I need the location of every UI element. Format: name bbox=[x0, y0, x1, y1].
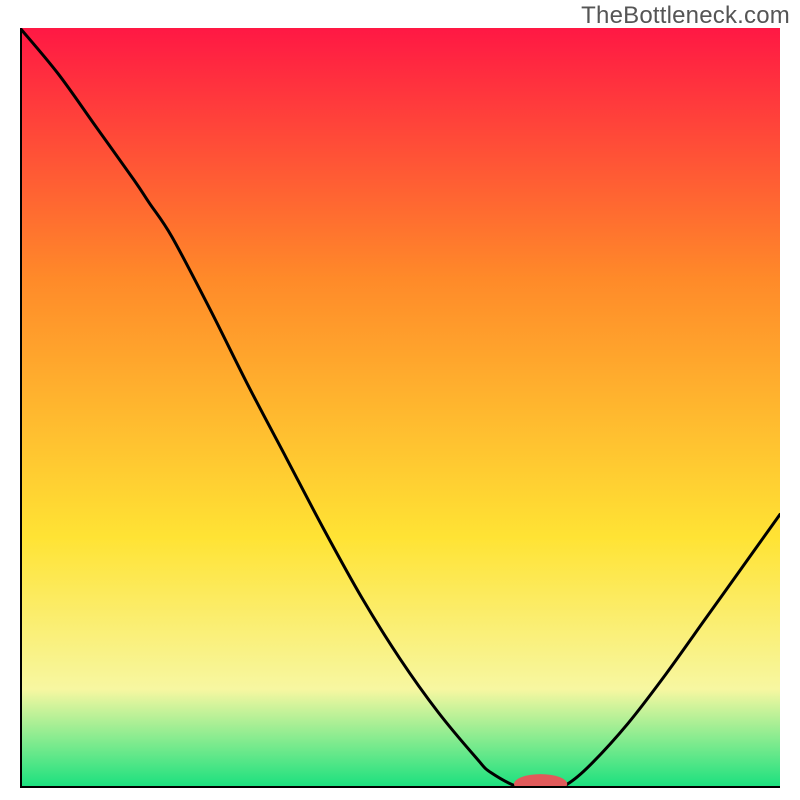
chart-frame: TheBottleneck.com bbox=[0, 0, 800, 800]
bottleneck-chart bbox=[20, 28, 780, 788]
watermark-text: TheBottleneck.com bbox=[581, 2, 790, 30]
plot-area bbox=[20, 28, 780, 788]
